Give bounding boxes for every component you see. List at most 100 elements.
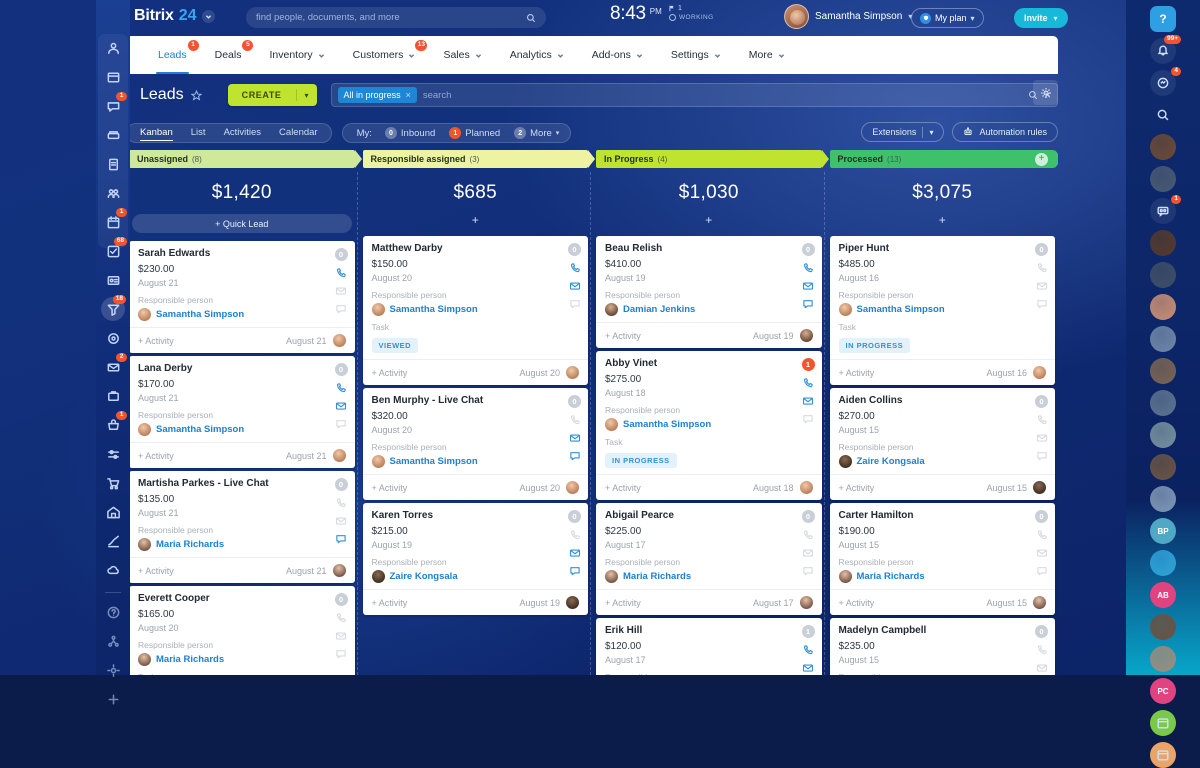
phone-icon[interactable] — [1036, 414, 1048, 426]
card-action-icons[interactable]: 0 — [334, 593, 348, 660]
sidebar-item-cloud[interactable] — [100, 558, 126, 582]
responsible-person-name[interactable]: Maria Richards — [156, 654, 224, 665]
star-icon[interactable] — [190, 89, 202, 101]
add-stage-button[interactable]: + — [1035, 152, 1048, 166]
chat-icon[interactable] — [335, 648, 347, 660]
sidebar-item-settings[interactable] — [100, 658, 126, 682]
quick-lead-button[interactable]: + Quick Lead — [132, 214, 352, 233]
responsible-person-name[interactable]: Maria Richards — [857, 571, 925, 582]
responsible-person-name[interactable]: Samantha Simpson — [623, 419, 711, 430]
chevron-down-icon[interactable]: ▾ — [297, 91, 317, 100]
invite-button[interactable]: Invite ▾ — [1014, 8, 1068, 28]
column-header[interactable]: Responsible assigned (3) — [362, 150, 595, 168]
sidebar-item-mail[interactable]: 2 — [100, 353, 127, 379]
contact-avatar[interactable] — [1150, 614, 1176, 640]
chevron-down-icon[interactable]: ▾ — [556, 129, 560, 137]
notifications-button[interactable]: 99+ — [1150, 35, 1181, 64]
phone-icon[interactable] — [335, 497, 347, 509]
column-cards[interactable]: Sarah Edwards $230.00 August 21 Responsible… — [126, 241, 358, 675]
nav-tab-settings[interactable]: Settings — [657, 36, 735, 74]
chat-icon[interactable] — [335, 303, 347, 315]
add-activity-button[interactable]: + Activity — [138, 451, 174, 461]
responsible-person[interactable]: Samantha Simpson — [605, 418, 813, 431]
sidebar-item-help[interactable] — [100, 600, 126, 624]
email-icon[interactable] — [335, 400, 347, 412]
sidebar-item-structure[interactable] — [100, 629, 126, 653]
responsible-person[interactable]: Samantha Simpson — [838, 303, 1047, 316]
chat-icon[interactable] — [1036, 298, 1048, 310]
card-action-icons[interactable]: 0 — [1035, 625, 1048, 675]
chat-icon[interactable] — [569, 298, 581, 310]
sidebar-item-marketing[interactable] — [100, 326, 126, 350]
responsible-person-name[interactable]: Samantha Simpson — [390, 304, 478, 315]
view-tab-activities[interactable]: Activities — [215, 124, 270, 142]
responsible-person-name[interactable]: Zaire Kongsala — [857, 456, 925, 467]
lead-card[interactable]: Lana Derby $170.00 August 21 Responsible pe… — [129, 356, 355, 468]
contact-initials[interactable]: BP — [1150, 518, 1176, 544]
phone-icon[interactable] — [802, 529, 814, 541]
add-activity-button[interactable]: + Activity — [839, 368, 875, 378]
lead-card[interactable]: Sarah Edwards $230.00 August 21 Responsible… — [129, 241, 355, 353]
phone-icon[interactable] — [802, 644, 814, 656]
email-icon[interactable] — [802, 395, 814, 407]
responsible-person[interactable]: Zaire Kongsala — [371, 570, 580, 583]
contact-avatar[interactable] — [1150, 486, 1176, 512]
email-icon[interactable] — [335, 515, 347, 527]
responsible-person-name[interactable]: Samantha Simpson — [156, 309, 244, 320]
add-activity-button[interactable]: + Activity — [138, 566, 174, 576]
chat-icon[interactable] — [1036, 450, 1048, 462]
contact-avatar[interactable] — [1150, 390, 1176, 416]
column-header[interactable]: Unassigned (8) — [129, 150, 361, 168]
card-action-icons[interactable]: 0 — [334, 363, 348, 430]
responsible-person[interactable]: Samantha Simpson — [371, 455, 580, 468]
responsible-person[interactable]: Damian Jenkins — [605, 303, 813, 316]
responsible-person[interactable]: Maria Richards — [138, 538, 346, 551]
card-action-icons[interactable]: 1 — [801, 358, 815, 425]
responsible-person[interactable]: Samantha Simpson — [138, 423, 346, 436]
nav-tab-analytics[interactable]: Analytics — [496, 36, 578, 74]
sidebar-item-news[interactable] — [100, 65, 126, 89]
phone-icon[interactable] — [802, 377, 814, 389]
kanban-column-in-progress[interactable]: In Progress (4) $1,030 + Beau Relish $410.00 A… — [593, 150, 828, 675]
phone-icon[interactable] — [569, 529, 581, 541]
contact-avatar[interactable] — [1150, 454, 1176, 480]
column-header[interactable]: In Progress (4) — [596, 150, 828, 168]
lead-card[interactable]: Abby Vinet $275.00 August 18 Responsible pe… — [596, 351, 822, 500]
email-icon[interactable] — [569, 432, 581, 444]
sidebar-item-drive[interactable] — [100, 123, 126, 147]
responsible-person[interactable]: Maria Richards — [138, 653, 346, 666]
sidebar-item-automation[interactable] — [100, 442, 126, 466]
responsible-person-name[interactable]: Zaire Kongsala — [390, 571, 458, 582]
sidebar-item-sites[interactable] — [100, 500, 126, 524]
lead-card[interactable]: Carter Hamilton $190.00 August 15 Responsib… — [829, 503, 1055, 615]
view-tab-kanban[interactable]: Kanban — [131, 124, 182, 142]
contact-avatar[interactable] — [1150, 294, 1176, 320]
view-tabs[interactable]: Kanban List Activities Calendar — [126, 123, 332, 143]
lead-card[interactable]: Martisha Parkes - Live Chat $135.00 August… — [129, 471, 355, 583]
rail-search-button[interactable] — [1150, 102, 1176, 128]
phone-icon[interactable] — [1036, 644, 1048, 656]
phone-icon[interactable] — [802, 262, 814, 274]
contact-avatar[interactable] — [1150, 646, 1176, 672]
contact-avatar[interactable] — [1150, 358, 1176, 384]
phone-icon[interactable] — [335, 612, 347, 624]
chat-icon[interactable] — [802, 298, 814, 310]
responsible-person-name[interactable]: Maria Richards — [156, 539, 224, 550]
card-action-icons[interactable]: 0 — [801, 243, 815, 310]
right-sidebar[interactable]: ? 99+ 4 1 BP AB PC — [1126, 0, 1200, 768]
sidebar-item-crm[interactable]: 18 — [101, 295, 126, 321]
my-plan-button[interactable]: My plan ▾ — [911, 8, 984, 28]
chat-icon[interactable] — [1036, 565, 1048, 577]
responsible-person[interactable]: Maria Richards — [605, 570, 813, 583]
lead-card[interactable]: Piper Hunt $485.00 August 16 Responsible pe… — [829, 236, 1055, 385]
add-activity-button[interactable]: + Activity — [372, 598, 408, 608]
lead-card[interactable]: Matthew Darby $150.00 August 20 Responsible… — [362, 236, 588, 385]
chevron-down-icon[interactable] — [201, 9, 215, 23]
responsible-person[interactable]: Samantha Simpson — [138, 308, 346, 321]
responsible-person[interactable]: Zaire Kongsala — [838, 455, 1047, 468]
responsible-person-name[interactable]: Damian Jenkins — [623, 304, 695, 315]
work-status[interactable]: 1 WORKING — [669, 5, 714, 21]
lead-card[interactable]: Ben Murphy - Live Chat $320.00 August 20 Re… — [362, 388, 588, 500]
lead-card[interactable]: Karen Torres $215.00 August 19 Responsible … — [362, 503, 588, 615]
chevron-down-icon[interactable]: ▾ — [1054, 14, 1058, 23]
